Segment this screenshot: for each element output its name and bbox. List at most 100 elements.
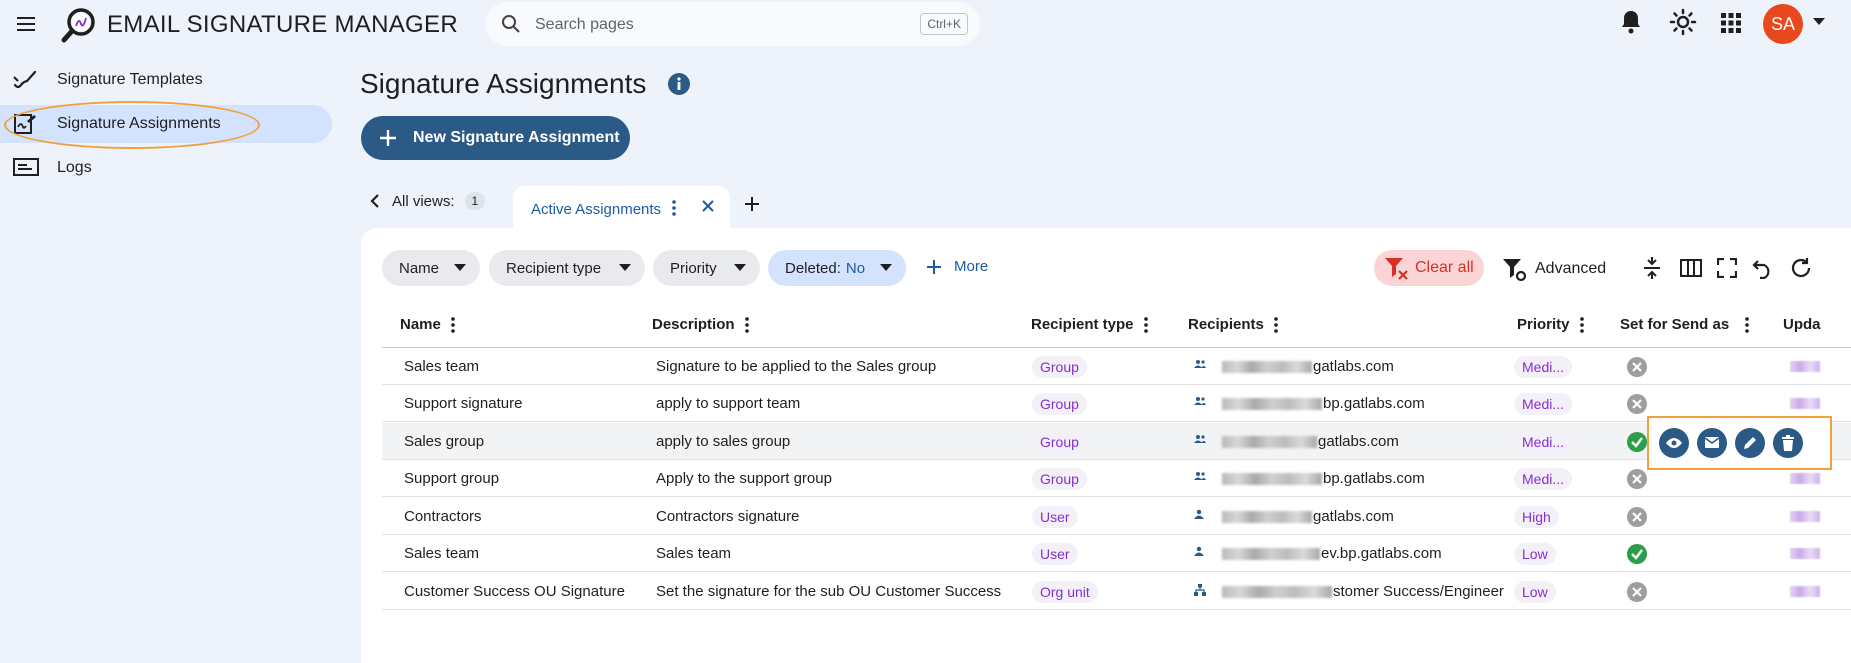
all-views-selector[interactable]: All views: 1 xyxy=(370,192,486,210)
edit-icon[interactable] xyxy=(1735,428,1765,458)
refresh-icon[interactable] xyxy=(1790,257,1812,279)
caret-down-icon xyxy=(454,264,466,272)
cell-description: Signature to be applied to the Sales gro… xyxy=(656,358,937,375)
recipient-type-icon xyxy=(1194,434,1206,444)
priority-badge: Medi... xyxy=(1514,468,1573,490)
more-filters-button[interactable]: More xyxy=(926,258,988,275)
columns-icon[interactable] xyxy=(1680,259,1702,277)
tab-active-assignments[interactable]: Active Assignments xyxy=(513,186,730,230)
redacted-text xyxy=(1222,586,1332,599)
priority-badge: Low xyxy=(1514,543,1556,565)
chevron-down-icon[interactable] xyxy=(1813,18,1825,26)
tab-more-icon[interactable] xyxy=(671,199,677,217)
cell-recipients: ev.bp.gatlabs.com xyxy=(1222,545,1442,562)
notifications-bell-icon[interactable] xyxy=(1619,8,1643,36)
cell-recipients: bp.gatlabs.com xyxy=(1222,470,1425,487)
filter-chip-name[interactable]: Name xyxy=(382,250,480,286)
recipient-type-badge: Org unit xyxy=(1032,581,1098,603)
recipients-visible-text: bp.gatlabs.com xyxy=(1323,470,1425,487)
clear-all-filters-button[interactable]: Clear all xyxy=(1374,250,1484,286)
recipients-visible-text: gatlabs.com xyxy=(1318,433,1399,450)
logs-icon xyxy=(13,157,39,177)
x-circle-icon xyxy=(1626,581,1648,603)
filter-settings-icon xyxy=(1501,256,1527,282)
column-menu-icon[interactable] xyxy=(744,316,749,333)
column-header-label: Recipients xyxy=(1188,316,1264,333)
density-icon[interactable] xyxy=(1642,256,1662,280)
top-bar: EMAIL SIGNATURE MANAGER Search pages Ctr… xyxy=(0,0,1851,48)
apps-grid-icon[interactable] xyxy=(1720,12,1742,34)
brush-icon xyxy=(13,69,37,91)
hamburger-menu-icon[interactable] xyxy=(12,10,40,38)
recipient-type-badge: User xyxy=(1032,543,1078,565)
recipient-type-icon xyxy=(1194,359,1206,369)
filter-chip-priority[interactable]: Priority xyxy=(653,250,760,286)
avatar[interactable]: SA xyxy=(1763,4,1803,44)
cell-name: Support signature xyxy=(404,395,523,412)
column-header-set-for-send-as[interactable]: Set for Send as xyxy=(1620,316,1750,333)
redacted-text xyxy=(1222,398,1322,411)
page-title: Signature Assignments xyxy=(360,68,647,99)
search-icon xyxy=(501,14,521,34)
column-header-recipients[interactable]: Recipients xyxy=(1188,316,1278,333)
column-header-label: Recipient type xyxy=(1031,316,1134,333)
advanced-label: Advanced xyxy=(1535,260,1607,277)
new-signature-assignment-button[interactable]: New Signature Assignment xyxy=(361,116,630,160)
email-icon[interactable] xyxy=(1697,428,1727,458)
advanced-filter-button[interactable]: Advanced xyxy=(1501,256,1606,282)
recipient-type-icon xyxy=(1194,584,1206,596)
sidebar-item-signature-templates[interactable]: Signature Templates xyxy=(0,61,332,99)
cell-name: Support group xyxy=(404,470,500,487)
table-row[interactable]: Sales team Sales team User ev.bp.gatlabs.co… xyxy=(382,535,1851,572)
fullscreen-icon[interactable] xyxy=(1717,258,1737,278)
table-row[interactable]: Customer Success OU Signature Set the sig… xyxy=(382,573,1851,610)
column-menu-icon[interactable] xyxy=(1745,316,1750,333)
search-bar[interactable]: Search pages Ctrl+K xyxy=(485,2,980,46)
column-menu-icon[interactable] xyxy=(1579,316,1584,333)
theme-toggle-sun-icon[interactable] xyxy=(1669,8,1697,36)
column-header-updated[interactable]: Upda xyxy=(1783,316,1821,333)
column-header-recipient-type[interactable]: Recipient type xyxy=(1031,316,1148,333)
column-menu-icon[interactable] xyxy=(451,316,455,333)
column-header-priority[interactable]: Priority xyxy=(1517,316,1584,333)
filter-chip-deleted[interactable]: Deleted: No xyxy=(768,250,906,286)
table-row[interactable]: Support group Apply to the support group G… xyxy=(382,460,1851,497)
recipients-visible-text: gatlabs.com xyxy=(1313,358,1394,375)
redacted-text xyxy=(1222,511,1312,524)
close-icon[interactable] xyxy=(701,199,715,213)
table-row[interactable]: Sales group apply to sales group Group gatl… xyxy=(382,423,1851,460)
filter-chip-recipient-type[interactable]: Recipient type xyxy=(489,250,645,286)
redacted-text xyxy=(1222,548,1320,561)
column-header-label: Description xyxy=(652,316,735,333)
cell-recipients: bp.gatlabs.com xyxy=(1222,395,1425,412)
search-shortcut: Ctrl+K xyxy=(920,13,968,35)
delete-icon[interactable] xyxy=(1773,428,1803,458)
filter-chip-label: Name xyxy=(399,259,440,277)
check-circle-icon xyxy=(1626,543,1648,565)
column-menu-icon[interactable] xyxy=(1143,316,1148,333)
recipient-type-icon xyxy=(1194,546,1204,556)
cell-updated-redacted xyxy=(1790,361,1820,372)
plus-icon xyxy=(926,259,942,275)
cell-recipients: stomer Success/Engineer xyxy=(1222,583,1504,600)
search-input[interactable]: Search pages xyxy=(535,16,634,34)
column-header-name[interactable]: Name xyxy=(400,316,455,333)
table-row[interactable]: Contractors Contractors signature User gatl… xyxy=(382,498,1851,535)
all-views-count: 1 xyxy=(464,192,486,210)
cell-name: Sales group xyxy=(404,433,485,450)
x-circle-icon xyxy=(1626,506,1648,528)
info-icon[interactable] xyxy=(668,73,690,95)
table-row[interactable]: Support signature apply to support team Gr… xyxy=(382,385,1851,422)
cell-recipients: gatlabs.com xyxy=(1222,508,1394,525)
cell-name: Contractors xyxy=(404,508,482,525)
undo-icon[interactable] xyxy=(1752,257,1774,279)
cell-recipients: gatlabs.com xyxy=(1222,433,1399,450)
sidebar-item-logs[interactable]: Logs xyxy=(0,149,332,187)
recipient-type-badge: Group xyxy=(1032,431,1087,453)
chevron-left-icon[interactable] xyxy=(370,194,380,208)
view-icon[interactable] xyxy=(1659,428,1689,458)
column-header-description[interactable]: Description xyxy=(652,316,749,333)
table-row[interactable]: Sales team Signature to be applied to the… xyxy=(382,348,1851,385)
column-menu-icon[interactable] xyxy=(1274,316,1278,333)
add-view-plus-icon[interactable] xyxy=(744,196,760,212)
